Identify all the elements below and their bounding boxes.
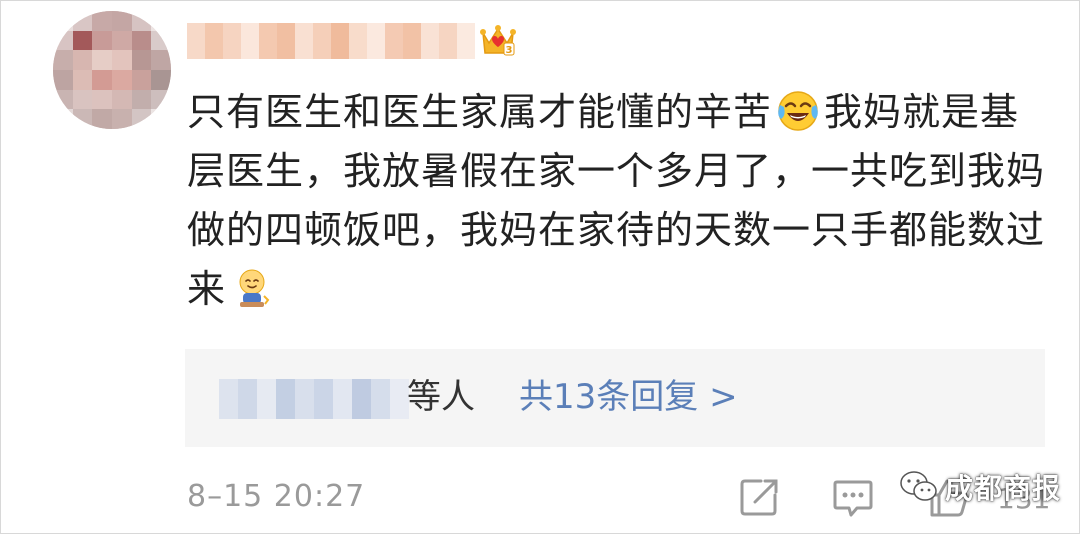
wechat-icon <box>900 471 937 501</box>
watermark: 成都商报 <box>899 467 1061 507</box>
comment-text-part-1: 只有医生和医生家属才能懂的辛苦 <box>187 90 773 134</box>
view-replies-link[interactable]: 共13条回复 > <box>519 375 738 419</box>
avatar-mosaic <box>53 11 171 129</box>
share-icon[interactable] <box>737 475 781 519</box>
comment-icon[interactable] <box>831 475 875 519</box>
crying-laughing-emoji <box>778 91 818 131</box>
reply-users-mosaic <box>219 379 409 419</box>
crown-badge-icon: 3 <box>480 25 516 56</box>
watermark-text: 成都商报 <box>945 472 1062 505</box>
replies-preview[interactable]: 等人 共13条回复 > <box>185 349 1045 447</box>
comment-body: 只有医生和医生家属才能懂的辛苦 我妈就是基层医生，我放暑假在家一个多月了，一共吃… <box>187 83 1047 319</box>
reply-users-suffix: 等人 <box>407 377 475 417</box>
username-mosaic <box>187 23 475 59</box>
comment-timestamp: 8–15 20:27 <box>187 479 366 514</box>
sweat-smile-emoji <box>239 269 270 307</box>
avatar[interactable] <box>53 11 171 129</box>
svg-text:3: 3 <box>506 45 513 56</box>
comment-card: 3 只有医生和医生家属才能懂的辛苦 我妈就是基层医生，我放暑假在家一个多月了，一… <box>0 0 1080 534</box>
